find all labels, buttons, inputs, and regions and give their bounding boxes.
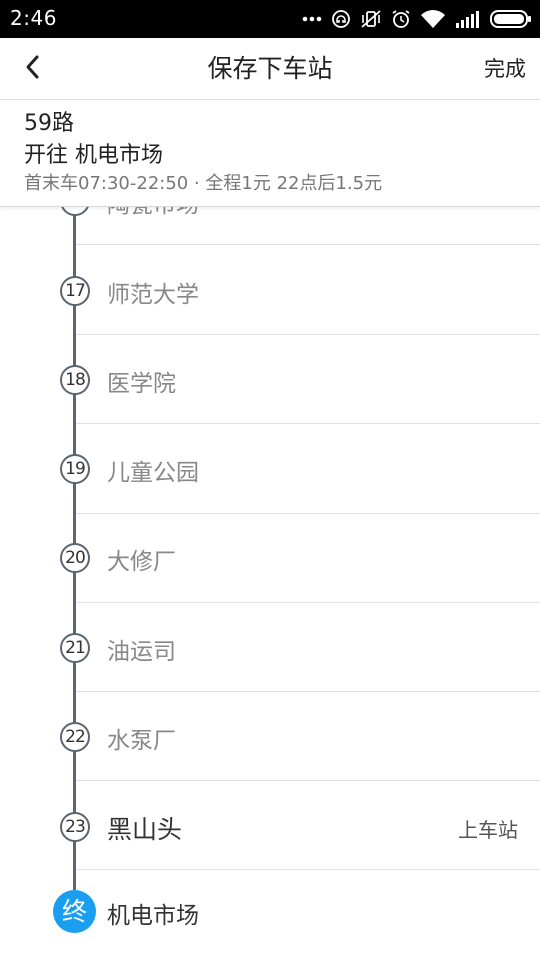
station-name: 大修厂 xyxy=(107,549,176,575)
status-time: 2:46 xyxy=(10,6,57,30)
station-index-badge: 22 xyxy=(60,722,90,752)
mute-vibrate-icon xyxy=(360,9,382,29)
station-row[interactable]: 18 医学院 xyxy=(0,335,540,424)
nav-bar: 保存下车站 完成 xyxy=(0,38,540,100)
station-name: 儿童公园 xyxy=(107,460,199,486)
status-icons xyxy=(302,7,532,31)
done-button[interactable]: 完成 xyxy=(484,38,526,100)
wifi-icon xyxy=(420,9,446,29)
terminal-badge: 终 xyxy=(53,890,96,933)
route-info: 59路 开往 机电市场 首末车07:30-22:50 · 全程1元 22点后1.… xyxy=(0,101,540,207)
station-name: 黑山头 xyxy=(107,815,183,844)
station-row[interactable]: 20 大修厂 xyxy=(0,514,540,603)
station-list: 16 陶瓷市场 17 师范大学 18 医学院 19 儿童公园 20 大修厂 21… xyxy=(0,200,540,960)
headset-icon xyxy=(331,9,351,29)
terminal-station-name: 机电市场 xyxy=(107,903,199,929)
station-row[interactable]: 19 儿童公园 xyxy=(0,425,540,514)
station-index-badge: 18 xyxy=(60,365,90,395)
station-row[interactable]: 22 水泵厂 xyxy=(0,692,540,781)
station-name: 油运司 xyxy=(107,639,176,665)
station-name: 师范大学 xyxy=(107,282,199,308)
row-divider xyxy=(76,423,540,424)
cellular-signal-icon xyxy=(455,9,481,29)
status-bar: 2:46 xyxy=(0,0,540,38)
alarm-icon xyxy=(391,9,411,29)
route-direction: 开往 机电市场 xyxy=(24,143,163,168)
more-dots-icon xyxy=(302,16,322,22)
route-number: 59路 xyxy=(24,111,74,136)
station-row[interactable]: 21 油运司 xyxy=(0,603,540,692)
terminal-station-row[interactable]: 终 机电市场 xyxy=(0,870,540,959)
station-index-badge: 17 xyxy=(60,276,90,306)
station-row[interactable]: 17 师范大学 xyxy=(0,246,540,335)
station-index-badge: 19 xyxy=(60,454,90,484)
row-divider xyxy=(76,244,540,245)
station-index-badge: 20 xyxy=(60,543,90,573)
back-button[interactable] xyxy=(14,50,50,88)
page-title: 保存下车站 xyxy=(207,54,333,83)
station-index-badge: 23 xyxy=(60,812,90,842)
station-name: 医学院 xyxy=(107,371,176,397)
station-row-boarding[interactable]: 23 黑山头 上车站 xyxy=(0,781,540,870)
station-index-badge: 21 xyxy=(60,633,90,663)
station-name: 水泵厂 xyxy=(107,728,176,754)
boarding-station-tag: 上车站 xyxy=(458,818,518,842)
route-schedule-fare: 首末车07:30-22:50 · 全程1元 22点后1.5元 xyxy=(24,173,383,194)
battery-icon xyxy=(490,9,532,29)
chevron-left-icon xyxy=(24,54,40,84)
